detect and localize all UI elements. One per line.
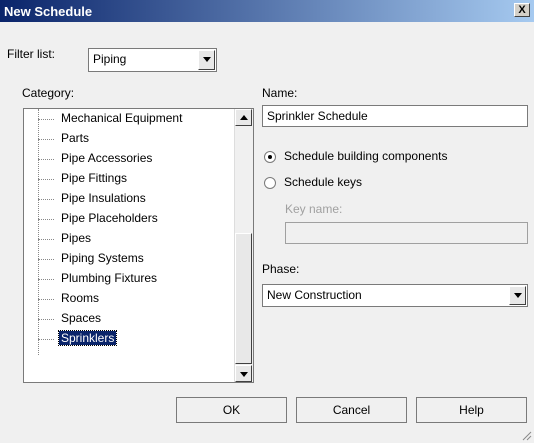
phase-select[interactable]: New Construction bbox=[262, 284, 528, 307]
ok-button[interactable]: OK bbox=[176, 397, 287, 423]
filter-list-label: Filter list: bbox=[7, 47, 55, 61]
tree-connector bbox=[38, 259, 54, 260]
category-item[interactable]: Rooms bbox=[24, 289, 234, 309]
filter-dropdown-button[interactable] bbox=[198, 50, 215, 70]
category-item[interactable]: Mechanical Equipment bbox=[24, 109, 234, 129]
name-value: Sprinkler Schedule bbox=[267, 109, 368, 123]
category-item-label: Spaces bbox=[61, 311, 102, 325]
category-item-label: Pipe Accessories bbox=[61, 151, 153, 165]
category-item-label: Pipe Insulations bbox=[61, 191, 146, 205]
tree-connector bbox=[38, 199, 54, 200]
category-item[interactable]: Parts bbox=[24, 129, 234, 149]
category-item-label: Sprinklers bbox=[57, 330, 118, 346]
tree-connector bbox=[38, 299, 54, 300]
help-button[interactable]: Help bbox=[416, 397, 527, 423]
schedule-keys-radio[interactable] bbox=[264, 177, 276, 189]
tree-connector bbox=[38, 279, 54, 280]
name-label: Name: bbox=[262, 86, 298, 100]
title-bar: New Schedule X bbox=[0, 0, 534, 22]
cancel-button[interactable]: Cancel bbox=[296, 397, 407, 423]
category-item[interactable]: Pipe Placeholders bbox=[24, 209, 234, 229]
filter-list-value: Piping bbox=[93, 52, 127, 66]
tree-connector bbox=[38, 159, 54, 160]
window-title: New Schedule bbox=[4, 4, 93, 19]
tree-connector bbox=[38, 219, 54, 220]
name-input[interactable]: Sprinkler Schedule bbox=[262, 105, 528, 127]
category-item-label: Piping Systems bbox=[61, 251, 144, 265]
category-item-label: Rooms bbox=[61, 291, 100, 305]
schedule-building-components-radio[interactable] bbox=[264, 151, 276, 163]
category-tree[interactable]: Mechanical Equipment Parts Pipe Accessorie… bbox=[23, 108, 254, 383]
filter-list-select[interactable]: Piping bbox=[88, 48, 217, 72]
category-item[interactable]: Pipe Fittings bbox=[24, 169, 234, 189]
schedule-building-components-label[interactable]: Schedule building components bbox=[284, 149, 447, 163]
category-item[interactable]: Pipe Insulations bbox=[24, 189, 234, 209]
tree-connector bbox=[38, 339, 54, 340]
category-item[interactable]: Spaces bbox=[24, 309, 234, 329]
chevron-up-icon bbox=[240, 115, 248, 120]
category-item[interactable]: Pipe Accessories bbox=[24, 149, 234, 169]
chevron-down-icon bbox=[240, 372, 248, 377]
phase-label: Phase: bbox=[262, 262, 300, 276]
schedule-keys-label[interactable]: Schedule keys bbox=[284, 175, 362, 189]
tree-connector bbox=[38, 139, 54, 140]
category-item[interactable]: Plumbing Fixtures bbox=[24, 269, 234, 289]
category-item-label: Pipes bbox=[61, 231, 92, 245]
scroll-down-button[interactable] bbox=[235, 365, 252, 382]
resize-grip-icon[interactable] bbox=[522, 431, 532, 441]
category-item[interactable]: Piping Systems bbox=[24, 249, 234, 269]
chevron-down-icon bbox=[514, 293, 522, 298]
scroll-up-button[interactable] bbox=[235, 109, 252, 126]
close-button[interactable]: X bbox=[514, 3, 530, 17]
category-item-label: Parts bbox=[61, 131, 90, 145]
category-item-label: Pipe Placeholders bbox=[61, 211, 158, 225]
tree-connector bbox=[38, 179, 54, 180]
new-schedule-dialog: Filter list: Piping Category: Mechanical… bbox=[0, 22, 534, 443]
category-item-label: Plumbing Fixtures bbox=[61, 271, 158, 285]
category-item[interactable]: Sprinklers bbox=[24, 329, 234, 349]
chevron-down-icon bbox=[203, 57, 211, 62]
key-name-input[interactable] bbox=[285, 222, 528, 244]
tree-connector bbox=[38, 239, 54, 240]
radio-selected-dot bbox=[268, 155, 272, 159]
key-name-label: Key name: bbox=[285, 202, 343, 216]
tree-connector bbox=[38, 119, 54, 120]
category-label: Category: bbox=[22, 86, 75, 100]
close-icon: X bbox=[518, 4, 526, 16]
category-scrollbar[interactable] bbox=[234, 109, 253, 382]
scroll-thumb[interactable] bbox=[235, 233, 252, 364]
tree-connector bbox=[38, 319, 54, 320]
phase-dropdown-button[interactable] bbox=[509, 286, 526, 305]
phase-value: New Construction bbox=[267, 288, 362, 302]
category-item-label: Mechanical Equipment bbox=[61, 111, 183, 125]
category-item[interactable]: Pipes bbox=[24, 229, 234, 249]
category-item-label: Pipe Fittings bbox=[61, 171, 128, 185]
